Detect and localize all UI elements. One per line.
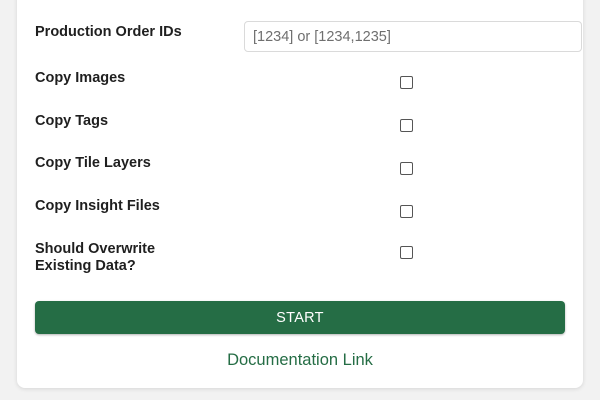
copy-tags-label: Copy Tags [35,113,109,129]
copy-images-checkbox[interactable] [400,76,413,89]
documentation-link[interactable]: Documentation Link [17,351,583,370]
copy-tile-layers-label: Copy Tile Layers [35,155,151,171]
overwrite-existing-label-line1: Should Overwrite [35,241,156,257]
copy-tile-layers-checkbox[interactable] [400,162,413,175]
production-order-ids-input[interactable] [244,21,582,52]
copy-tags-checkbox[interactable] [400,119,413,132]
start-button[interactable]: START [35,301,565,334]
copy-images-label: Copy Images [35,70,126,86]
overwrite-existing-checkbox[interactable] [400,246,413,259]
copy-insight-files-checkbox[interactable] [400,205,413,218]
copy-insight-files-label: Copy Insight Files [35,198,160,214]
settings-card: Production Order IDs Copy Images Copy Ta… [17,0,583,388]
production-order-ids-label: Production Order IDs [35,24,182,40]
overwrite-existing-label-line2: Existing Data? [35,258,136,274]
